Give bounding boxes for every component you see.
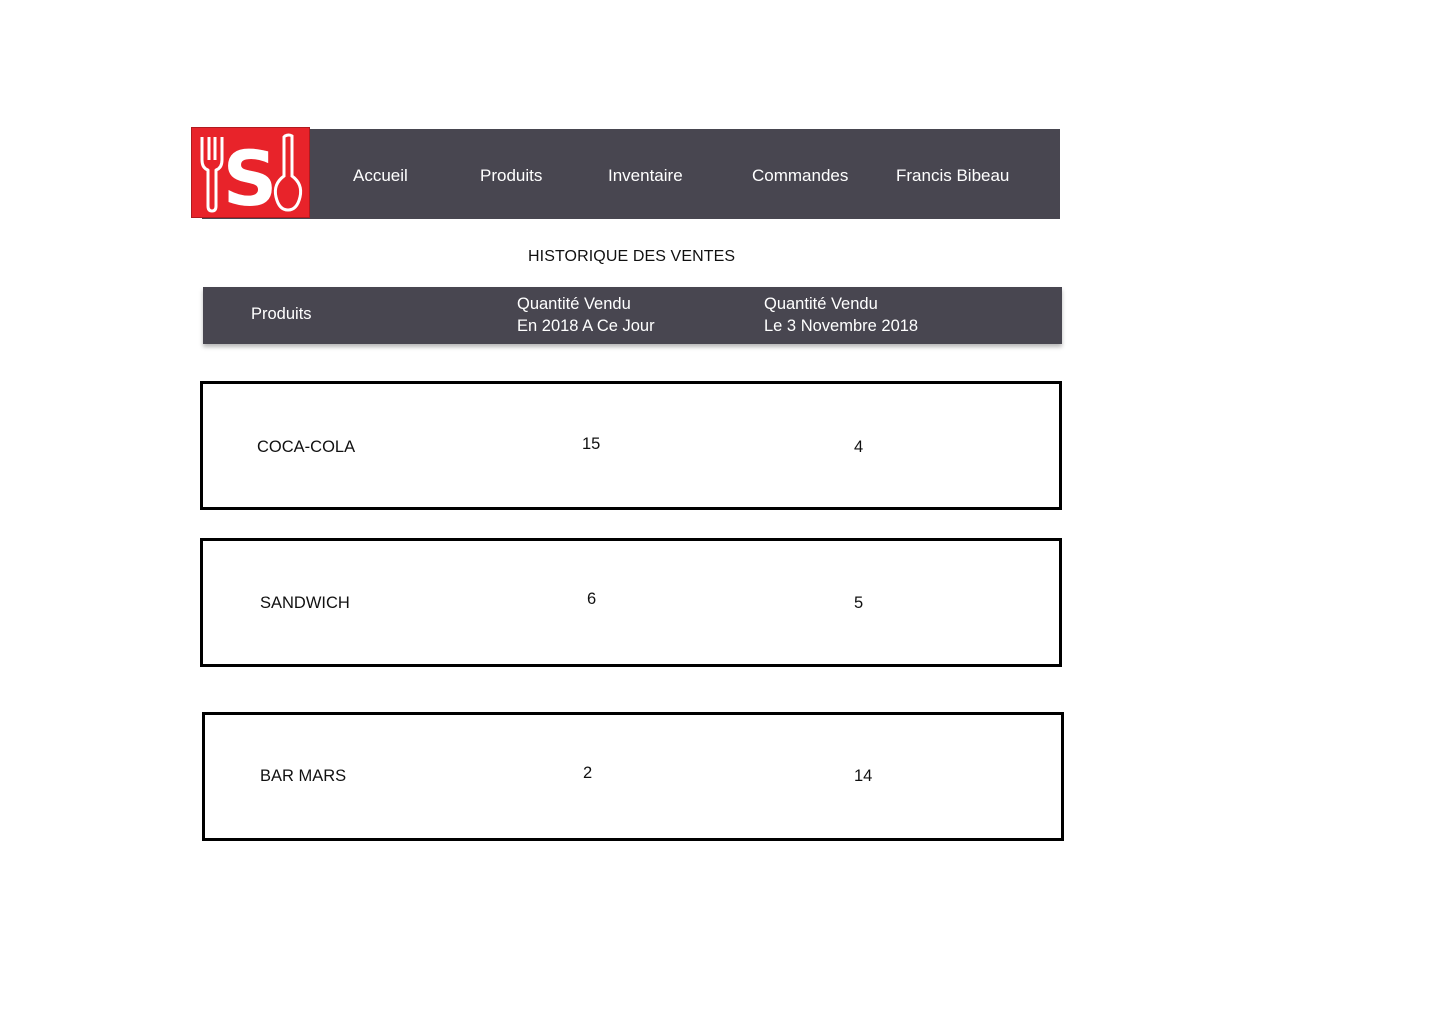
page: S Accueil Produits Inventaire Commandes … <box>0 0 1440 1024</box>
nav-item-commandes[interactable]: Commandes <box>752 166 848 186</box>
nav-item-accueil[interactable]: Accueil <box>353 166 408 186</box>
table-header: Produits Quantité Vendu En 2018 A Ce Jou… <box>203 287 1062 344</box>
table-row[interactable]: COCA-COLA 15 4 <box>200 381 1062 510</box>
table-row[interactable]: BAR MARS 2 14 <box>202 712 1064 841</box>
header-qty-year-line1: Quantité Vendu <box>517 295 631 313</box>
page-title: HISTORIQUE DES VENTES <box>528 248 736 265</box>
row-product-name: BAR MARS <box>260 767 347 785</box>
row-product-name: COCA-COLA <box>257 438 356 456</box>
nav-item-inventaire[interactable]: Inventaire <box>608 166 683 186</box>
nav-item-user-profile[interactable]: Francis Bibeau <box>896 166 1009 186</box>
row-qty-year: 6 <box>587 590 597 608</box>
app-logo[interactable]: S <box>191 127 310 218</box>
table-row[interactable]: SANDWICH 6 5 <box>200 538 1062 667</box>
row-qty-year: 2 <box>583 764 593 782</box>
row-qty-year: 15 <box>582 435 601 453</box>
fork-spoon-logo-icon: S <box>200 133 303 217</box>
header-product: Produits <box>251 305 312 323</box>
nav-item-produits[interactable]: Produits <box>480 166 542 186</box>
row-product-name: SANDWICH <box>260 594 350 612</box>
row-qty-day: 5 <box>854 594 864 612</box>
header-qty-day-line1: Quantité Vendu <box>764 295 878 313</box>
row-qty-day: 4 <box>854 438 864 456</box>
logo-letter: S <box>223 134 278 217</box>
row-qty-day: 14 <box>854 767 873 785</box>
header-qty-day-line2: Le 3 Novembre 2018 <box>764 317 919 335</box>
header-qty-year-line2: En 2018 A Ce Jour <box>517 317 655 335</box>
